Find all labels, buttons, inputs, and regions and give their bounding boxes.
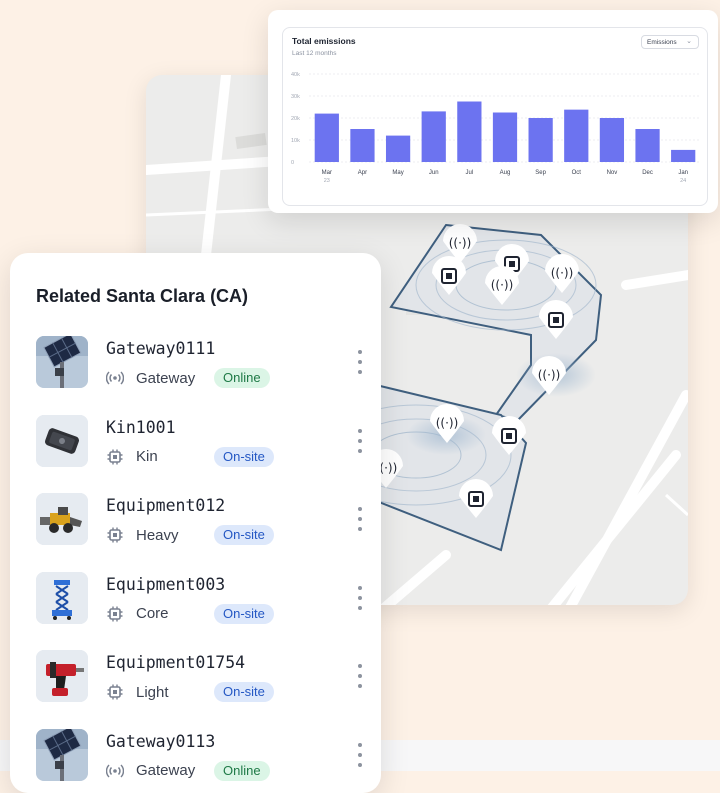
- bar-jul[interactable]: [457, 101, 482, 163]
- list-item[interactable]: Kin1001 Kin On-site: [36, 414, 366, 475]
- x-tick-label: Apr: [358, 170, 367, 176]
- svg-text:((·)): ((·)): [491, 278, 514, 292]
- x-tick-label: Oct: [572, 170, 582, 176]
- bar-sep[interactable]: [528, 118, 553, 162]
- x-tick-label: Jul: [466, 170, 474, 176]
- x-tick-sublabel: 23: [324, 178, 330, 184]
- list-item[interactable]: Gateway0111 Gateway Online: [36, 336, 366, 396]
- more-options-icon[interactable]: [354, 664, 366, 688]
- asset-type: Light: [136, 683, 169, 701]
- x-tick-label: Nov: [607, 170, 618, 176]
- asset-type: Kin: [136, 448, 158, 465]
- asset-meta: Gateway Online: [106, 367, 270, 389]
- bar-jun[interactable]: [421, 111, 446, 162]
- svg-text:((·)): ((·)): [436, 416, 459, 430]
- asset-meta: Core On-site: [106, 603, 274, 625]
- bar-nov[interactable]: [599, 118, 625, 162]
- chip-icon: [106, 683, 124, 701]
- more-options-icon[interactable]: [354, 742, 366, 767]
- list-item[interactable]: Gateway0113 Gateway Online: [36, 728, 366, 789]
- status-badge: Online: [214, 368, 270, 388]
- solar-gateway-image: [36, 728, 88, 781]
- asset-name[interactable]: Kin1001: [106, 418, 176, 437]
- asset-name[interactable]: Gateway0111: [106, 339, 215, 358]
- emissions-bar-chart: 0 10k 20k 30k 40k Mar 23 Apr May Jun Jul Aug Sep Oct N…: [291, 72, 701, 184]
- bar-dec[interactable]: [635, 129, 660, 162]
- more-options-icon[interactable]: [354, 428, 366, 453]
- bar-jan[interactable]: [671, 149, 696, 162]
- asset-meta: Light On-site: [106, 681, 274, 703]
- tracker-device-image: [36, 414, 88, 467]
- asset-type: Core: [136, 605, 169, 622]
- list-item[interactable]: Equipment01754 Light On-site: [36, 650, 366, 710]
- scissor-lift-image: [36, 571, 88, 624]
- list-item[interactable]: Equipment012 Heavy On-site: [36, 493, 366, 553]
- chip-icon: [106, 605, 124, 623]
- emissions-chart-panel: Total emissions Last 12 months Emissions…: [282, 27, 708, 206]
- bar-aug[interactable]: [492, 112, 518, 163]
- bar-apr[interactable]: [350, 129, 375, 162]
- asset-name[interactable]: Gateway0113: [106, 732, 215, 751]
- asset-type: Gateway: [136, 369, 196, 387]
- status-badge: On-site: [214, 525, 274, 545]
- asset-meta: Heavy On-site: [106, 524, 274, 546]
- x-tick-label: Sep: [535, 170, 546, 176]
- y-tick-label: 10k: [291, 138, 300, 144]
- chip-icon: [106, 526, 124, 544]
- status-badge: On-site: [214, 446, 274, 467]
- svg-text:((·)): ((·)): [551, 266, 574, 280]
- loader-image: [36, 493, 88, 545]
- y-tick-label: 30k: [291, 94, 300, 100]
- asset-name[interactable]: Equipment012: [106, 496, 225, 515]
- y-tick-label: 0: [291, 160, 294, 166]
- svg-text:((·)): ((·)): [538, 368, 561, 382]
- asset-name[interactable]: Equipment01754: [106, 653, 245, 672]
- bar-mar[interactable]: [314, 113, 339, 162]
- asset-name[interactable]: Equipment003: [106, 575, 225, 594]
- more-options-icon[interactable]: [354, 507, 366, 531]
- status-badge: On-site: [214, 682, 274, 702]
- asset-type: Heavy: [136, 526, 179, 544]
- emissions-card: Total emissions Last 12 months Emissions…: [268, 10, 718, 213]
- x-tick-label: Jan: [678, 170, 688, 176]
- x-tick-label: Dec: [642, 170, 653, 176]
- related-assets-panel: Related Santa Clara (CA) Gateway0111 Gate…: [10, 253, 381, 793]
- bar-oct[interactable]: [564, 109, 589, 162]
- x-tick-sublabel: 24: [680, 178, 686, 184]
- x-tick-label: Mar: [322, 170, 332, 176]
- x-tick-label: May: [392, 170, 403, 176]
- chip-icon: [106, 448, 124, 466]
- more-options-icon[interactable]: [354, 585, 366, 610]
- gateway-icon: [106, 369, 124, 387]
- geofence-zone-north[interactable]: [389, 223, 603, 422]
- power-drill-image: [36, 650, 88, 702]
- x-tick-label: Jun: [429, 170, 439, 176]
- asset-meta: Kin On-site: [106, 446, 274, 468]
- bar-may[interactable]: [385, 135, 411, 162]
- status-badge: On-site: [214, 603, 274, 624]
- x-tick-label: Aug: [500, 170, 511, 176]
- panel-title: Related Santa Clara (CA): [36, 286, 249, 306]
- y-tick-label: 40k: [291, 72, 300, 78]
- solar-gateway-image: [36, 336, 88, 388]
- more-options-icon[interactable]: [354, 350, 366, 374]
- y-tick-label: 20k: [291, 116, 300, 122]
- svg-text:((·)): ((·)): [449, 236, 472, 250]
- list-item[interactable]: Equipment003 Core On-site: [36, 571, 366, 632]
